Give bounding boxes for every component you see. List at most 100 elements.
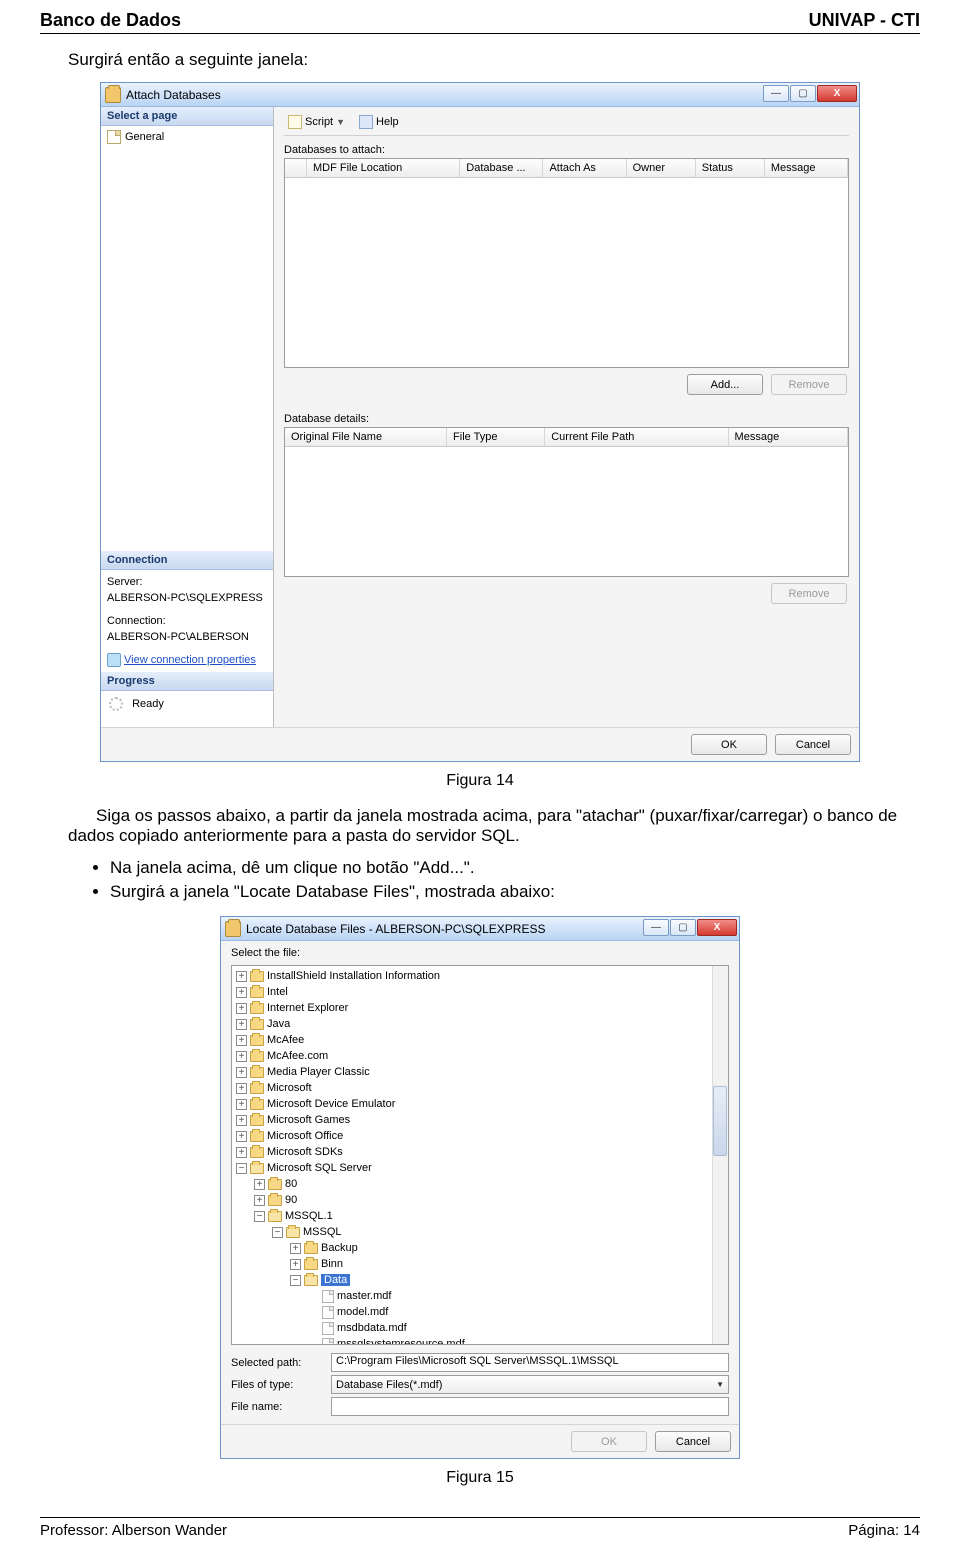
main-panel: Script▼ Help Databases to attach: MDF Fi… xyxy=(274,107,859,727)
connection-header: Connection xyxy=(101,551,273,570)
maximize-button[interactable]: ▢ xyxy=(670,919,696,936)
tree-item[interactable]: +Media Player Classic xyxy=(236,1064,728,1080)
col-mdf[interactable]: MDF File Location xyxy=(307,159,460,177)
dialog-title: Attach Databases xyxy=(126,88,221,102)
col-database[interactable]: Database ... xyxy=(460,159,543,177)
help-button[interactable]: Help xyxy=(359,115,399,129)
tree-item[interactable]: +Microsoft Office xyxy=(236,1128,728,1144)
chevron-down-icon: ▼ xyxy=(716,1380,724,1389)
maximize-button[interactable]: ▢ xyxy=(790,85,816,102)
dialog-title: Locate Database Files - ALBERSON-PC\SQLE… xyxy=(246,922,545,936)
selected-path-input[interactable]: C:\Program Files\Microsoft SQL Server\MS… xyxy=(331,1353,729,1372)
files-of-type-label: Files of type: xyxy=(231,1379,323,1391)
file-name-label: File name: xyxy=(231,1401,323,1413)
ok-button[interactable]: OK xyxy=(691,734,767,755)
tree-item[interactable]: +Microsoft xyxy=(236,1080,728,1096)
tree-item[interactable]: +Microsoft SDKs xyxy=(236,1144,728,1160)
progress-icon xyxy=(109,697,123,711)
bullet-2: Surgirá a janela "Locate Database Files"… xyxy=(110,882,920,902)
cancel-button[interactable]: Cancel xyxy=(655,1431,731,1452)
remove-button-2: Remove xyxy=(771,583,847,604)
bullet-1: Na janela acima, dê um clique no botão "… xyxy=(110,858,920,878)
remove-button: Remove xyxy=(771,374,847,395)
tree-item[interactable]: +Java xyxy=(236,1016,728,1032)
titlebar[interactable]: Attach Databases — ▢ X xyxy=(101,83,859,107)
col-message[interactable]: Message xyxy=(765,159,848,177)
minimize-button[interactable]: — xyxy=(643,919,669,936)
tree-item[interactable]: −MSSQL.1 −MSSQL +Backup +Binn −Data xyxy=(254,1208,728,1345)
server-value: ALBERSON-PC\SQLEXPRESS xyxy=(107,590,267,607)
tree-file[interactable]: model.mdf xyxy=(308,1304,728,1320)
figure-15-caption: Figura 15 xyxy=(40,1469,920,1487)
files-of-type-select[interactable]: Database Files(*.mdf)▼ xyxy=(331,1375,729,1394)
tree-item-selected[interactable]: −Data master.mdf model.mdf msdbdata.mdf … xyxy=(290,1272,728,1345)
folder-icon xyxy=(225,921,241,937)
server-label: Server: xyxy=(107,574,267,591)
connection-icon xyxy=(107,653,121,667)
cancel-button[interactable]: Cancel xyxy=(775,734,851,755)
selected-path-label: Selected path: xyxy=(231,1357,323,1369)
col-msg2[interactable]: Message xyxy=(729,428,848,446)
database-details-label: Database details: xyxy=(284,413,849,425)
script-button[interactable]: Script▼ xyxy=(288,115,345,129)
minimize-button[interactable]: — xyxy=(763,85,789,102)
help-icon xyxy=(359,115,373,129)
toolbar: Script▼ Help xyxy=(284,113,849,136)
tree-item[interactable]: +Internet Explorer xyxy=(236,1000,728,1016)
tree-file[interactable]: master.mdf xyxy=(308,1288,728,1304)
page-icon xyxy=(107,130,121,144)
attach-databases-dialog: Attach Databases — ▢ X Select a page Gen… xyxy=(100,82,860,762)
file-tree[interactable]: +InstallShield Installation Information … xyxy=(231,965,729,1345)
tree-item[interactable]: +McAfee.com xyxy=(236,1048,728,1064)
close-button[interactable]: X xyxy=(697,919,737,936)
general-label: General xyxy=(125,131,164,143)
tree-item[interactable]: +90 xyxy=(254,1192,728,1208)
file-name-input[interactable] xyxy=(331,1397,729,1416)
col-owner[interactable]: Owner xyxy=(627,159,696,177)
ok-button: OK xyxy=(571,1431,647,1452)
close-button[interactable]: X xyxy=(817,85,857,102)
sidebar-item-general[interactable]: General xyxy=(107,130,267,144)
progress-header: Progress xyxy=(101,672,273,691)
details-grid[interactable]: Original File Name File Type Current Fil… xyxy=(284,427,849,577)
tree-file[interactable]: mssqlsystemresource.mdf xyxy=(308,1336,728,1345)
footer-left: Professor: Alberson Wander xyxy=(40,1522,227,1539)
col-cur-path[interactable]: Current File Path xyxy=(545,428,728,446)
chevron-down-icon: ▼ xyxy=(336,117,345,127)
header-right: UNIVAP - CTI xyxy=(809,10,920,31)
connection-value: ALBERSON-PC\ALBERSON xyxy=(107,629,267,646)
col-file-type[interactable]: File Type xyxy=(447,428,545,446)
figure-14-caption: Figura 14 xyxy=(40,772,920,790)
tree-item[interactable]: −Microsoft SQL Server +80 +90 −MSSQL.1 −… xyxy=(236,1160,728,1345)
col-status[interactable]: Status xyxy=(696,159,765,177)
col-orig-file[interactable]: Original File Name xyxy=(285,428,447,446)
col-attach-as[interactable]: Attach As xyxy=(543,159,626,177)
tree-item[interactable]: +McAfee xyxy=(236,1032,728,1048)
ready-label: Ready xyxy=(132,698,164,710)
folder-icon xyxy=(105,87,121,103)
connection-label: Connection: xyxy=(107,613,267,630)
script-icon xyxy=(288,115,302,129)
attach-grid[interactable]: MDF File Location Database ... Attach As… xyxy=(284,158,849,368)
tree-item[interactable]: −MSSQL +Backup +Binn −Data master.mdf xyxy=(272,1224,728,1345)
para2: Siga os passos abaixo, a partir da janel… xyxy=(68,806,920,846)
tree-item[interactable]: +80 xyxy=(254,1176,728,1192)
sidebar: Select a page General Connection Server:… xyxy=(101,107,274,727)
header-left: Banco de Dados xyxy=(40,10,181,31)
tree-item[interactable]: +Backup xyxy=(290,1240,728,1256)
locate-files-dialog: Locate Database Files - ALBERSON-PC\SQLE… xyxy=(220,916,740,1459)
tree-item[interactable]: +Intel xyxy=(236,984,728,1000)
footer-right: Página: 14 xyxy=(848,1522,920,1539)
select-file-label: Select the file: xyxy=(221,941,739,961)
tree-item[interactable]: +Binn xyxy=(290,1256,728,1272)
tree-item[interactable]: +Microsoft Games xyxy=(236,1112,728,1128)
titlebar[interactable]: Locate Database Files - ALBERSON-PC\SQLE… xyxy=(221,917,739,941)
intro-text: Surgirá então a seguinte janela: xyxy=(68,50,920,70)
tree-file[interactable]: msdbdata.mdf xyxy=(308,1320,728,1336)
tree-item[interactable]: +InstallShield Installation Information xyxy=(236,968,728,984)
add-button[interactable]: Add... xyxy=(687,374,763,395)
databases-to-attach-label: Databases to attach: xyxy=(284,144,849,156)
tree-item[interactable]: +Microsoft Device Emulator xyxy=(236,1096,728,1112)
select-page-header: Select a page xyxy=(101,107,273,126)
view-connection-link[interactable]: View connection properties xyxy=(107,652,267,669)
